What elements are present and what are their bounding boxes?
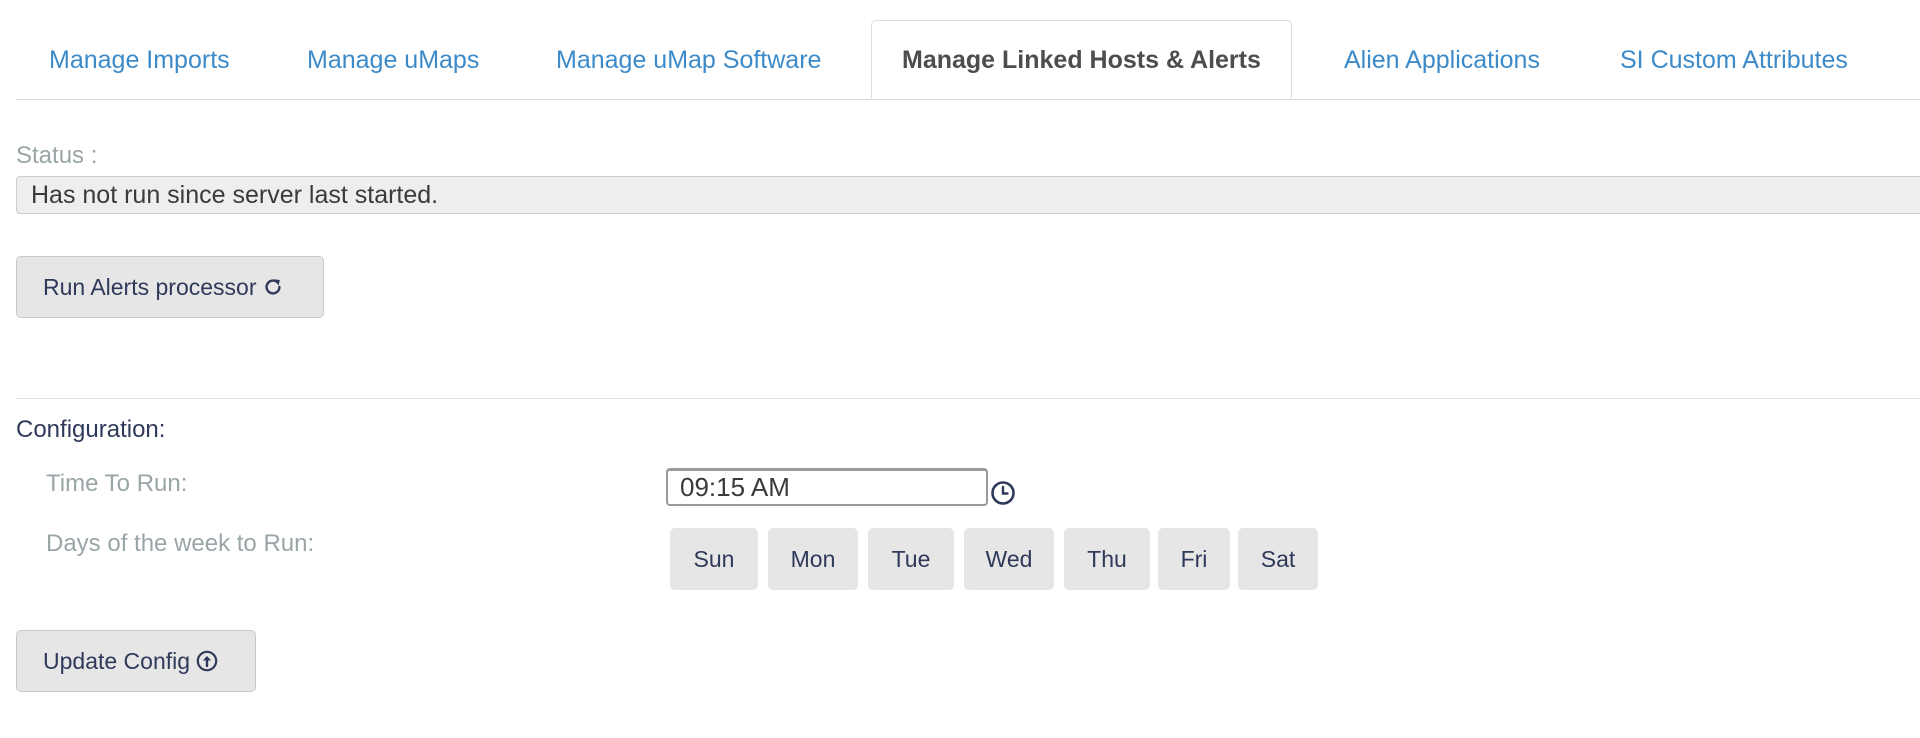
day-button-sun[interactable]: Sun [670, 528, 758, 590]
status-display: Has not run since server last started. [16, 176, 1920, 214]
tab-manage-umap-software[interactable]: Manage uMap Software [556, 20, 821, 99]
tab-si-custom-attributes[interactable]: SI Custom Attributes [1620, 20, 1848, 99]
tab-manage-umaps[interactable]: Manage uMaps [307, 20, 479, 99]
time-to-run-input[interactable] [666, 468, 988, 506]
day-button-sat[interactable]: Sat [1238, 528, 1318, 590]
day-button-fri[interactable]: Fri [1158, 528, 1230, 590]
clock-icon[interactable] [990, 480, 1016, 506]
refresh-icon [262, 276, 284, 298]
tab-manage-linked-hosts-alerts[interactable]: Manage Linked Hosts & Alerts [871, 20, 1292, 99]
status-label: Status : [16, 142, 98, 169]
day-button-tue[interactable]: Tue [868, 528, 954, 590]
run-alerts-processor-button[interactable]: Run Alerts processor [16, 256, 324, 318]
upload-circle-icon [196, 650, 218, 672]
day-button-mon[interactable]: Mon [768, 528, 858, 590]
run-alerts-processor-label: Run Alerts processor [43, 273, 257, 300]
section-divider [16, 398, 1920, 399]
time-to-run-label: Time To Run: [46, 470, 188, 497]
tab-bar: Manage Imports Manage uMaps Manage uMap … [16, 20, 1920, 100]
update-config-label: Update Config [43, 647, 191, 674]
days-of-week-label: Days of the week to Run: [46, 530, 315, 557]
configuration-title: Configuration: [16, 416, 166, 443]
day-button-thu[interactable]: Thu [1064, 528, 1150, 590]
tab-alien-applications[interactable]: Alien Applications [1344, 20, 1540, 99]
update-config-button[interactable]: Update Config [16, 630, 256, 692]
day-button-wed[interactable]: Wed [964, 528, 1054, 590]
tab-manage-imports[interactable]: Manage Imports [49, 20, 230, 99]
